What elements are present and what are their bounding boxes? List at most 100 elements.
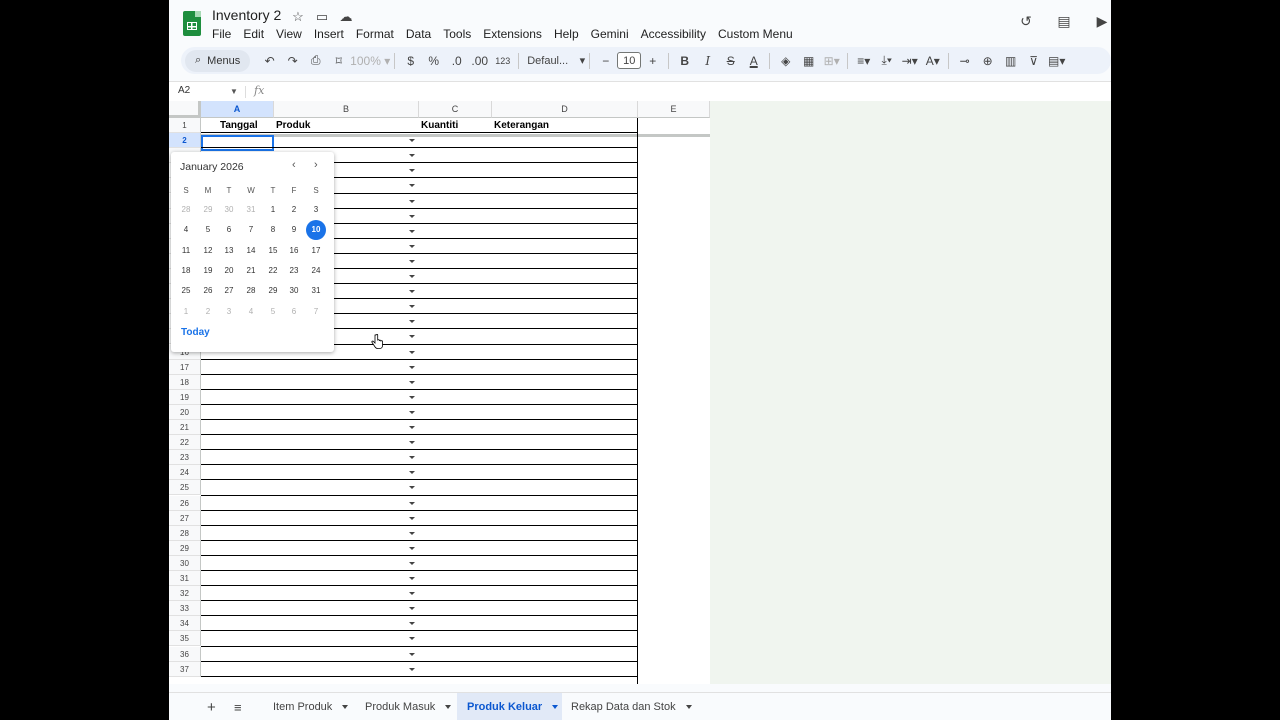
text-color-button[interactable]: A [742, 50, 765, 72]
calendar-day[interactable]: 15 [263, 241, 283, 261]
calendar-day[interactable]: 2 [284, 200, 304, 220]
row-header-20[interactable]: 20 [169, 404, 201, 420]
dropdown-chip-arrow-icon[interactable] [409, 365, 415, 369]
calendar-day[interactable]: 9 [284, 220, 304, 240]
sheet-tab-item-produk[interactable]: Item Produk [263, 693, 358, 720]
fill-color-icon[interactable]: ◈ [774, 50, 797, 72]
row-header-32[interactable]: 32 [169, 586, 201, 602]
sheet-tab-produk-keluar[interactable]: Produk Keluar [457, 693, 562, 720]
insert-link-icon[interactable]: ⊸ [953, 50, 976, 72]
menu-extensions[interactable]: Extensions [483, 25, 548, 43]
dropdown-chip-arrow-icon[interactable] [409, 546, 415, 550]
dropdown-chip-arrow-icon[interactable] [409, 531, 415, 535]
dropdown-chip-arrow-icon[interactable] [409, 516, 415, 520]
dropdown-chip-arrow-icon[interactable] [409, 410, 415, 414]
dropdown-chip-arrow-icon[interactable] [409, 244, 415, 248]
increase-font-size-button[interactable]: + [641, 50, 664, 72]
calendar-day[interactable]: 21 [241, 261, 261, 281]
insert-comment-icon[interactable]: ⊕ [976, 50, 999, 72]
calendar-day[interactable]: 10 [306, 220, 326, 241]
calendar-day[interactable]: 24 [306, 261, 326, 281]
document-title[interactable]: Inventory 2 [212, 7, 281, 23]
vertical-align-icon[interactable]: ⤓▾ [875, 50, 898, 72]
calendar-day[interactable]: 14 [241, 241, 261, 261]
borders-icon[interactable]: ▦ [797, 50, 820, 72]
font-size-input[interactable]: 10 [617, 52, 642, 69]
sheets-logo-icon[interactable] [183, 11, 201, 36]
comments-icon[interactable]: ▤ [1055, 12, 1073, 30]
dropdown-chip-arrow-icon[interactable] [409, 561, 415, 565]
dropdown-chip-arrow-icon[interactable] [409, 592, 415, 596]
calendar-day[interactable]: 18 [176, 261, 196, 281]
dropdown-chip-arrow-icon[interactable] [409, 169, 415, 173]
next-month-button[interactable]: › [314, 159, 318, 171]
calendar-day[interactable]: 31 [241, 200, 261, 220]
calendar-day[interactable]: 29 [263, 281, 283, 301]
calendar-day[interactable]: 19 [198, 261, 218, 281]
row-header-18[interactable]: 18 [169, 374, 201, 390]
today-button[interactable]: Today [181, 327, 210, 338]
menu-view[interactable]: View [276, 25, 308, 43]
row-header-29[interactable]: 29 [169, 540, 201, 556]
zoom-select[interactable]: 100% ▾ [350, 50, 390, 72]
row-header-26[interactable]: 26 [169, 495, 201, 511]
dropdown-chip-arrow-icon[interactable] [409, 380, 415, 384]
paint-format-icon[interactable]: ⌑ [327, 50, 350, 72]
calendar-day[interactable]: 6 [284, 302, 304, 322]
row-header-33[interactable]: 33 [169, 601, 201, 617]
insert-chart-icon[interactable]: ▥ [999, 50, 1022, 72]
calendar-day[interactable]: 4 [176, 220, 196, 240]
dropdown-chip-arrow-icon[interactable] [409, 667, 415, 671]
calendar-day[interactable]: 12 [198, 241, 218, 261]
calendar-day[interactable]: 16 [284, 241, 304, 261]
dropdown-chip-arrow-icon[interactable] [409, 395, 415, 399]
dropdown-chip-arrow-icon[interactable] [409, 154, 415, 158]
calendar-day[interactable]: 7 [241, 220, 261, 240]
dropdown-chip-arrow-icon[interactable] [409, 139, 415, 143]
dropdown-chip-arrow-icon[interactable] [409, 335, 415, 339]
calendar-day[interactable]: 4 [241, 302, 261, 322]
calendar-day[interactable]: 27 [219, 281, 239, 301]
dropdown-chip-arrow-icon[interactable] [409, 441, 415, 445]
dropdown-chip-arrow-icon[interactable] [409, 607, 415, 611]
column-header-a[interactable]: A [201, 101, 274, 118]
calendar-day[interactable]: 1 [263, 200, 283, 220]
search-menus-button[interactable]: ⌕ Menus [185, 49, 251, 72]
dropdown-chip-arrow-icon[interactable] [409, 426, 415, 429]
percent-button[interactable]: % [422, 50, 445, 72]
chevron-down-icon[interactable] [552, 704, 559, 709]
row-header-21[interactable]: 21 [169, 420, 201, 436]
calendar-day[interactable]: 20 [219, 261, 239, 281]
row-header-1[interactable]: 1 [169, 118, 201, 134]
calendar-day[interactable]: 29 [198, 200, 218, 220]
column-header-d[interactable]: D [492, 101, 638, 118]
row-header-19[interactable]: 19 [169, 389, 201, 405]
filter-icon[interactable]: ⊽ [1022, 50, 1045, 72]
column-header-b[interactable]: B [274, 101, 419, 118]
dropdown-chip-arrow-icon[interactable] [409, 637, 415, 641]
menu-gemini[interactable]: Gemini [591, 25, 635, 43]
increase-decimal-button[interactable]: .00 [468, 50, 491, 72]
row-header-25[interactable]: 25 [169, 480, 201, 496]
row-header-23[interactable]: 23 [169, 450, 201, 466]
menu-accessibility[interactable]: Accessibility [641, 25, 712, 43]
row-header-17[interactable]: 17 [169, 359, 201, 375]
chevron-down-icon[interactable] [685, 704, 692, 709]
prev-month-button[interactable]: ‹ [292, 159, 296, 171]
calendar-day[interactable]: 22 [263, 261, 283, 281]
row-header-34[interactable]: 34 [169, 616, 201, 632]
menu-file[interactable]: File [212, 25, 237, 43]
redo-icon[interactable]: ↷ [281, 50, 304, 72]
text-wrapping-icon[interactable]: ⇥▾ [898, 50, 921, 72]
text-rotation-icon[interactable]: A▾ [921, 50, 944, 72]
dropdown-chip-arrow-icon[interactable] [409, 652, 415, 656]
italic-button[interactable]: I [696, 50, 719, 72]
calendar-day[interactable]: 2 [198, 302, 218, 322]
column-header-e[interactable]: E [638, 101, 710, 118]
calendar-day[interactable]: 26 [198, 281, 218, 301]
chevron-down-icon[interactable] [445, 704, 452, 709]
font-family-select[interactable]: Defaul... ▾ [523, 54, 585, 68]
dropdown-chip-arrow-icon[interactable] [409, 290, 415, 294]
calendar-day[interactable]: 30 [284, 281, 304, 301]
currency-button[interactable]: $ [399, 50, 422, 72]
